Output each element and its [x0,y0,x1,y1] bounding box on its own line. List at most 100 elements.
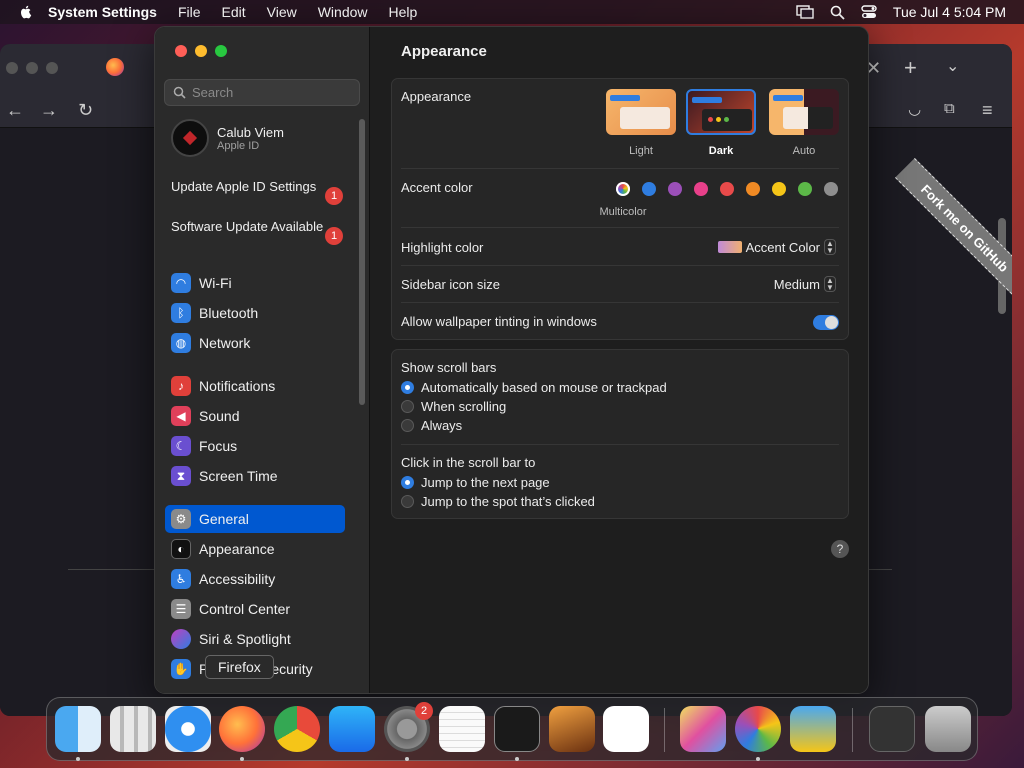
accent-blue[interactable] [642,182,656,196]
new-tab-icon[interactable]: + [904,55,917,81]
back-icon[interactable]: ← [6,100,24,121]
appearance-group: Appearance Light Dark Auto Accent color [391,78,849,340]
menu-file[interactable]: File [178,4,201,20]
minimized-window-icon[interactable] [869,706,915,752]
accent-orange[interactable] [746,182,760,196]
wallpaper-tinting-label: Allow wallpaper tinting in windows [401,314,597,329]
highlight-color-select[interactable]: Accent Color ▲ ▼ [717,239,836,255]
click-scroll-label: Click in the scroll bar to [401,455,536,470]
forward-icon[interactable]: → [40,100,58,121]
firefox-traffic-lights[interactable] [6,62,58,74]
click-scroll-spot-radio[interactable] [401,495,414,508]
app-store-icon[interactable] [329,706,375,752]
hourglass-icon: ⧗ [171,466,191,486]
clock[interactable]: Tue Jul 4 5:04 PM [893,4,1006,20]
wallpaper-tinting-toggle[interactable] [813,315,839,330]
globe-icon: ◍ [171,333,191,353]
menu-help[interactable]: Help [389,4,418,20]
sidebar-item-sound[interactable]: ◀ Sound [165,402,345,430]
sidebar-item-label: Bluetooth [199,305,259,321]
pocket-icon[interactable]: ◡ [908,100,921,118]
sidebar-item-bluetooth[interactable]: ᛒ Bluetooth [165,299,345,327]
trash-icon[interactable] [925,706,971,752]
close-button[interactable] [175,45,187,57]
control-center-icon[interactable] [861,5,877,19]
click-scroll-next-page-label: Jump to the next page [421,475,550,490]
chevron-down-icon[interactable]: ⌄ [946,56,959,76]
sidebar-item-general[interactable]: ⚙ General [165,505,345,533]
reload-icon[interactable]: ↻ [78,100,93,121]
sidebar-item-network[interactable]: ◍ Network [165,329,345,357]
apple-id-account[interactable]: Calub Viem Apple ID [171,119,284,157]
menu-icon[interactable]: ≡ [982,100,993,121]
click-scroll-spot-label: Jump to the spot that’s clicked [421,494,595,509]
show-scroll-bars-label: Show scroll bars [401,360,497,375]
terminal-icon[interactable] [494,706,540,752]
sidebar-item-label: Sound [199,408,240,424]
chrome-icon[interactable] [274,706,320,752]
finder-icon[interactable] [55,706,101,752]
scroll-bars-when-scrolling-radio[interactable] [401,400,414,413]
appearance-auto-option[interactable] [769,89,839,135]
running-indicator [240,757,244,761]
safari-icon[interactable] [165,706,211,752]
menu-window[interactable]: Window [318,4,368,20]
sidebar-item-notifications[interactable]: ♪ Notifications [165,372,345,400]
scroll-bars-always-radio[interactable] [401,419,414,432]
launchpad-icon[interactable] [110,706,156,752]
weather-icon[interactable] [790,706,836,752]
garageband-icon[interactable] [549,706,595,752]
firefox-icon[interactable] [219,706,265,752]
sidebar-item-wifi[interactable]: ◠ Wi-Fi [165,269,345,297]
spotlight-search-icon[interactable] [830,5,845,20]
notice-label: Update Apple ID Settings [171,179,317,194]
divider [401,227,839,228]
running-indicator [76,757,80,761]
apple-menu-icon[interactable] [18,4,34,20]
extensions-icon[interactable]: ⧉ [944,100,955,117]
accent-green[interactable] [798,182,812,196]
appearance-light-label: Light [629,145,653,157]
appearance-label: Appearance [401,89,472,104]
textedit-icon[interactable] [439,706,485,752]
accent-pink[interactable] [694,182,708,196]
colorsync-icon[interactable] [735,706,781,752]
screen-mirroring-icon[interactable] [796,5,814,19]
appearance-light-option[interactable] [606,89,676,135]
dock-tooltip: Firefox [205,655,274,679]
preview-icon[interactable] [680,706,726,752]
firefox-tab-icon[interactable] [106,58,124,76]
zoom-button[interactable] [215,45,227,57]
accent-red[interactable] [720,182,734,196]
accent-multicolor[interactable] [616,182,630,196]
appearance-dark-option[interactable] [686,89,756,135]
sidebar-item-appearance[interactable]: ◐ Appearance [165,535,345,563]
sidebar-scrollbar[interactable] [359,119,365,405]
sidebar-icon-size-value: Medium [773,276,820,292]
click-scroll-next-page-radio[interactable] [401,476,414,489]
menu-edit[interactable]: Edit [222,4,246,20]
sidebar-item-screen-time[interactable]: ⧗ Screen Time [165,462,345,490]
accent-purple[interactable] [668,182,682,196]
sidebar-item-accessibility[interactable]: ♿ Accessibility [165,565,345,593]
notice-update-apple-id[interactable]: Update Apple ID Settings 1 [171,179,351,205]
sidebar-item-focus[interactable]: ☾ Focus [165,432,345,460]
sidebar-icon-size-select[interactable]: Medium ▲ ▼ [774,276,836,292]
sidebar-item-control-center[interactable]: ☰ Control Center [165,595,345,623]
sidebar-icon-size-label: Sidebar icon size [401,277,500,292]
app-menu[interactable]: System Settings [48,4,157,20]
notice-software-update[interactable]: Software Update Available 1 [171,219,351,245]
accent-color-label: Accent color [401,180,473,195]
scroll-bars-always-label: Always [421,418,463,433]
vscode-icon[interactable] [603,706,649,752]
sidebar-item-label: Screen Time [199,468,278,484]
menu-view[interactable]: View [267,4,297,20]
help-button[interactable]: ? [831,540,849,558]
minimize-button[interactable] [195,45,207,57]
scroll-bars-when-scrolling-label: When scrolling [421,399,507,414]
search-field[interactable]: Search [164,79,360,106]
accent-graphite[interactable] [824,182,838,196]
accent-yellow[interactable] [772,182,786,196]
sidebar-item-siri[interactable]: Siri & Spotlight [165,625,345,653]
scroll-bars-auto-radio[interactable] [401,381,414,394]
